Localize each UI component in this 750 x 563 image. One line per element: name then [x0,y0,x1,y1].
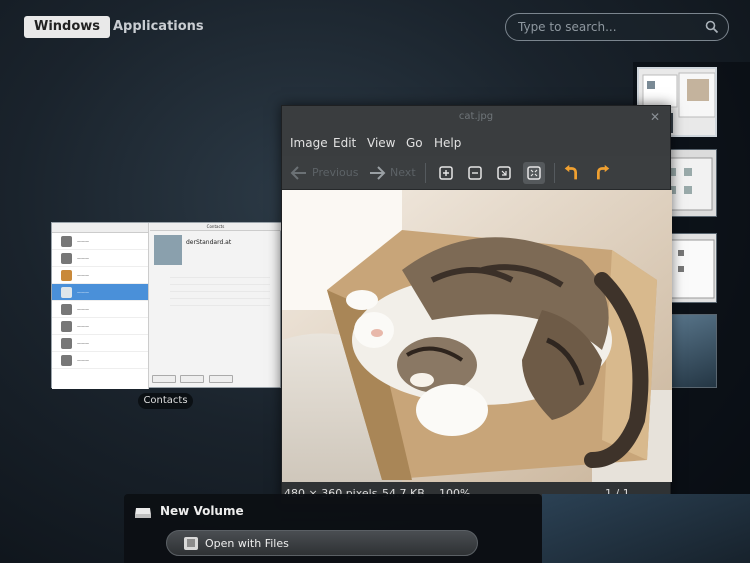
contact-action-button[interactable] [208,375,233,383]
list-item-label: ——— [77,341,89,346]
list-item[interactable]: ——— [52,318,148,335]
rotate-right-icon[interactable] [592,163,612,183]
menu-edit[interactable]: Edit [333,136,356,150]
menu-help[interactable]: Help [434,136,461,150]
desktop-wallpaper-strip [542,494,750,563]
arrow-left-icon[interactable] [290,163,308,183]
best-fit-icon [527,166,541,180]
cat-photo [282,190,672,482]
image-viewer-window[interactable]: cat.jpg ✕ Image Edit View Go Help Previo… [281,105,672,504]
contact-actions [152,375,236,384]
arrow-right-icon[interactable] [368,163,386,183]
contacts-list: ——— ——— ——— ——— ——— ——— ——— ——— [52,223,149,389]
contact-action-button[interactable] [152,375,176,383]
avatar [61,338,72,349]
rotate-left-icon[interactable] [562,163,582,183]
menu-image[interactable]: Image [290,136,328,150]
image-canvas[interactable] [282,190,672,482]
list-item-label: ——— [77,290,89,295]
menu-go[interactable]: Go [406,136,423,150]
tab-applications[interactable]: Applications [103,16,214,38]
contact-photo [154,235,182,265]
list-item[interactable]: ——— [52,352,148,369]
avatar [61,253,72,264]
contact-action-button[interactable] [180,375,205,383]
notification-title: New Volume [160,504,244,518]
search-box[interactable] [505,13,729,41]
zoom-in-button[interactable] [435,162,457,184]
list-item-label: ——— [77,324,89,329]
list-item[interactable]: ——— [52,335,148,352]
previous-button[interactable]: Previous [312,166,359,179]
search-input[interactable] [518,18,698,36]
list-item-selected[interactable]: ——— [52,284,148,301]
avatar [61,236,72,247]
open-with-files-button[interactable]: Open with Files [166,530,478,556]
list-item-label: ——— [77,239,89,244]
list-item-label: ——— [77,358,89,363]
contacts-window-title: Contacts [150,223,281,231]
avatar [61,304,72,315]
drive-icon [135,508,151,518]
zoom-out-button[interactable] [464,162,486,184]
avatar [61,321,72,332]
tab-windows[interactable]: Windows [24,16,111,38]
overview-top-bar: Windows Applications [0,0,750,56]
avatar [61,355,72,366]
window-title: cat.jpg [458,111,494,122]
avatar [61,287,72,298]
contact-name: derStandard.at [186,239,232,246]
contacts-window[interactable]: ——— ——— ——— ——— ——— ——— ——— ——— Contacts… [51,222,281,389]
list-item[interactable]: ——— [52,267,148,284]
list-item[interactable]: ——— [52,301,148,318]
list-item-label: ——— [77,273,89,278]
menu-view[interactable]: View [367,136,395,150]
list-item-label: ——— [77,256,89,261]
toolbar-separator [554,163,555,183]
contact-fields [170,271,270,306]
list-item[interactable]: ——— [52,233,148,250]
list-item-label: ——— [77,307,89,312]
toolbar: Previous Next [282,156,670,190]
window-caption-contacts[interactable]: Contacts [138,393,193,409]
list-item[interactable]: ——— [52,250,148,267]
search-icon [705,20,719,34]
best-fit-button[interactable] [523,162,545,184]
normal-size-icon [497,166,511,180]
toolbar-separator [425,163,426,183]
close-icon[interactable]: ✕ [650,110,660,124]
menu-bar: Image Edit View Go Help [282,130,670,156]
avatar [61,270,72,281]
window-titlebar[interactable]: cat.jpg ✕ [282,106,670,130]
contact-details: Contacts derStandard.at [150,223,281,389]
normal-size-button[interactable] [493,162,515,184]
zoom-in-icon [439,166,453,180]
next-button[interactable]: Next [390,166,416,179]
files-icon [184,537,198,550]
new-volume-notification: New Volume Open with Files [124,494,542,563]
open-with-files-label: Open with Files [205,537,289,550]
zoom-out-icon [468,166,482,180]
contacts-search-bar[interactable] [52,223,148,233]
